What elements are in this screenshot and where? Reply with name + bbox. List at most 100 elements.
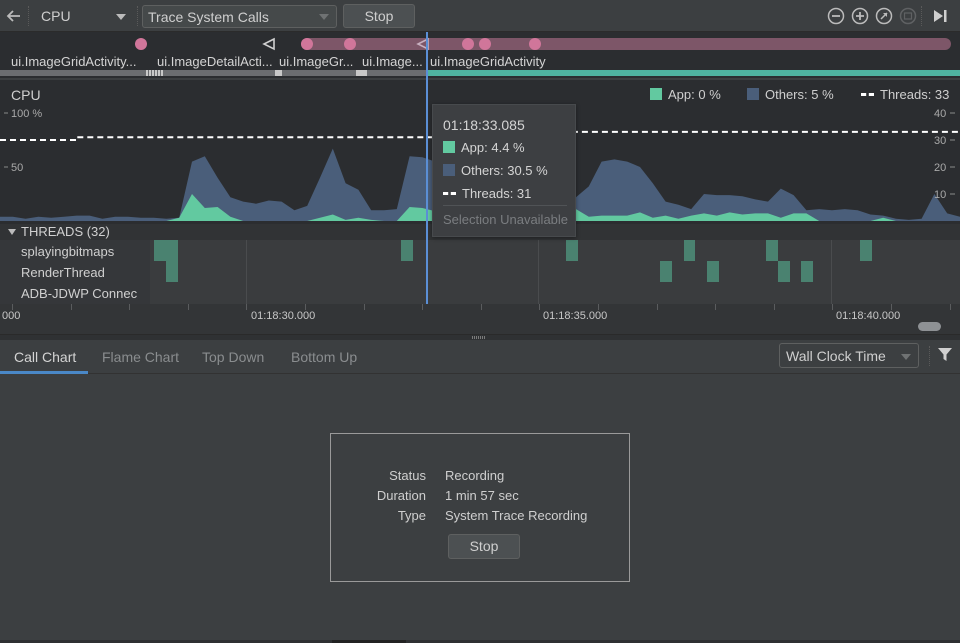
- legend-others-text: Others: 5 %: [765, 87, 834, 102]
- time-axis-tick: [832, 304, 833, 310]
- thread-state-block[interactable]: [778, 261, 790, 282]
- touch-event-marker[interactable]: [344, 38, 356, 50]
- thread-name[interactable]: RenderThread: [21, 265, 105, 280]
- toolbar: CPU Trace System Calls Stop: [0, 0, 960, 32]
- thread-state-block[interactable]: [660, 261, 672, 282]
- thread-state-block[interactable]: [154, 240, 178, 261]
- clock-type-value: Wall Clock Time: [786, 348, 886, 364]
- cpu-profiler-window: CPU Trace System Calls Stop ui.ImageGrid…: [0, 0, 960, 643]
- triangle-down-icon[interactable]: [8, 229, 16, 235]
- legend-others: Others: 5 %: [747, 87, 834, 102]
- active-tab-indicator: [0, 371, 88, 374]
- thread-name[interactable]: ADB-JDWP Connec: [21, 286, 137, 301]
- legend-app: App: 0 %: [650, 87, 721, 102]
- events-track: ui.ImageGridActivity... ui.ImageDetailAc…: [0, 32, 960, 78]
- thread-state-block[interactable]: [860, 240, 872, 261]
- tooltip-others: Others: 30.5 %: [443, 163, 548, 178]
- time-axis-tick: [950, 304, 951, 310]
- toolbar-separator: [921, 6, 922, 26]
- chevron-down-icon: [901, 354, 911, 360]
- duration-value: 1 min 57 sec: [445, 488, 519, 503]
- type-key: Type: [397, 508, 426, 523]
- toolbar-separator: [137, 6, 138, 26]
- zoom-in-icon[interactable]: [851, 7, 869, 25]
- tooltip-time: 01:18:33.085: [443, 117, 525, 133]
- legend-threads: Threads: 33: [861, 87, 949, 102]
- tooltip-others-text: Others: 30.5 %: [461, 163, 548, 178]
- y-axis-label: 50: [11, 162, 24, 174]
- tooltip-swatch-others: [443, 164, 455, 176]
- tab-top-down[interactable]: Top Down: [202, 349, 264, 365]
- activity-label[interactable]: ui.ImageGr...: [279, 54, 353, 69]
- fit-icon[interactable]: [899, 7, 917, 25]
- touch-event-marker[interactable]: [529, 38, 541, 50]
- threads-header-label: THREADS (32): [21, 224, 110, 239]
- touch-event-marker[interactable]: [301, 38, 313, 50]
- thread-state-block[interactable]: [566, 240, 578, 261]
- recording-status-panel: Status Recording Duration 1 min 57 sec T…: [330, 433, 630, 582]
- activity-transition: [356, 70, 367, 76]
- chevron-down-icon: [319, 14, 329, 20]
- activity-transition: [146, 70, 164, 76]
- legend-swatch-threads: [861, 93, 874, 96]
- legend-swatch-app: [650, 88, 662, 100]
- toolbar-separator: [28, 6, 29, 26]
- y2-axis-label: 10: [934, 189, 947, 201]
- back-button-event-icon[interactable]: [262, 37, 276, 51]
- time-axis-tick: [246, 304, 247, 310]
- time-axis-label: 01:18:35.000: [543, 310, 608, 322]
- y2-axis-label: 40: [934, 108, 947, 120]
- thread-state-block[interactable]: [707, 261, 719, 282]
- arrow-left-icon[interactable]: [4, 6, 24, 26]
- y-axis-label: 100 %: [11, 108, 43, 120]
- status-value: Recording: [445, 468, 505, 483]
- profiler-select[interactable]: CPU: [34, 5, 134, 27]
- thread-state-block[interactable]: [801, 261, 813, 282]
- activity-label[interactable]: ui.ImageGridActivity...: [11, 54, 136, 69]
- threads-track: splayingbitmaps RenderThread ADB-JDWP Co…: [0, 240, 960, 304]
- time-axis-tick: [129, 304, 130, 310]
- touch-event-marker[interactable]: [479, 38, 491, 50]
- activity-label[interactable]: ui.ImageGridActivity: [430, 54, 546, 69]
- tab-flame-chart[interactable]: Flame Chart: [102, 349, 179, 365]
- splitter-grip-icon[interactable]: [472, 336, 486, 339]
- tab-bottom-up[interactable]: Bottom Up: [291, 349, 357, 365]
- reset-zoom-icon[interactable]: [875, 7, 893, 25]
- time-axis-label: 000: [2, 310, 21, 322]
- time-axis-tick: [774, 304, 775, 310]
- timeline-cursor: [426, 32, 428, 304]
- thread-state-block[interactable]: [684, 240, 695, 261]
- jump-to-live-icon[interactable]: [931, 7, 949, 25]
- touch-event-bar[interactable]: [301, 38, 951, 50]
- horizontal-scrollbar-thumb[interactable]: [918, 322, 941, 331]
- grid-line: [538, 240, 539, 304]
- thread-state-block[interactable]: [401, 240, 413, 261]
- stop-button[interactable]: Stop: [448, 534, 520, 559]
- touch-event-marker[interactable]: [462, 38, 474, 50]
- tooltip-swatch-threads: [443, 192, 456, 195]
- tooltip-swatch-app: [443, 141, 455, 153]
- filter-icon[interactable]: [938, 348, 952, 362]
- tooltip-selection-status: Selection Unavailable: [443, 212, 569, 227]
- thread-name[interactable]: splayingbitmaps: [21, 244, 114, 259]
- thread-state-block[interactable]: [166, 261, 178, 282]
- activity-label[interactable]: ui.ImageDetailActi...: [157, 54, 273, 69]
- trace-config-value: Trace System Calls: [148, 9, 269, 25]
- tooltip-threads-text: Threads: 31: [462, 186, 532, 201]
- cpu-title: CPU: [11, 87, 41, 103]
- thread-state-block[interactable]: [766, 240, 778, 261]
- clock-type-select[interactable]: Wall Clock Time: [779, 343, 919, 368]
- toolbar-separator: [929, 346, 930, 366]
- tab-call-chart[interactable]: Call Chart: [14, 349, 76, 365]
- activity-label[interactable]: ui.Image...: [362, 54, 423, 69]
- time-axis: 000 01:18:30.000 01:18:35.000 01:18:40.0…: [0, 304, 960, 334]
- legend-threads-text: Threads: 33: [880, 87, 950, 102]
- stop-recording-button[interactable]: Stop: [343, 4, 415, 28]
- zoom-out-icon[interactable]: [827, 7, 845, 25]
- trace-config-select[interactable]: Trace System Calls: [142, 5, 337, 28]
- legend-app-text: App: 0 %: [668, 87, 721, 102]
- time-axis-label: 01:18:40.000: [836, 310, 901, 322]
- touch-event-marker[interactable]: [135, 38, 147, 50]
- cpu-tooltip: 01:18:33.085 App: 4.4 % Others: 30.5 % T…: [432, 104, 576, 237]
- grid-line: [246, 240, 247, 304]
